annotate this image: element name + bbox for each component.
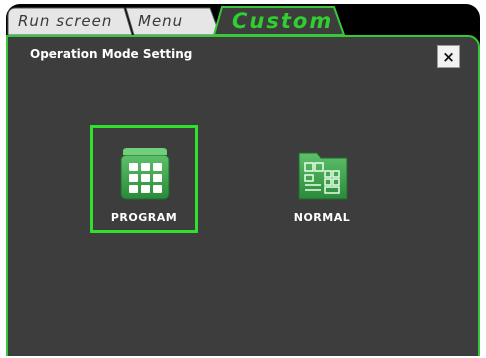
normal-mode-button[interactable]: NORMAL [268,125,376,233]
close-button[interactable]: × [437,45,460,68]
program-grid-icon [120,148,170,200]
program-mode-label: PROGRAM [110,211,178,224]
tab-run-screen[interactable]: Run screen [18,12,112,30]
tab-menu[interactable]: Menu [138,12,183,30]
program-mode-button[interactable]: PROGRAM [90,125,198,233]
normal-folder-icon [298,152,348,200]
screen: Run screen Menu Custom Operation Mode Se… [6,4,480,356]
tab-custom[interactable]: Custom [232,9,333,33]
panel-title: Operation Mode Setting [30,47,193,61]
operation-mode-panel: Operation Mode Setting [6,35,480,356]
tab-bar: Run screen Menu Custom [6,4,480,38]
normal-mode-label: NORMAL [293,211,351,224]
